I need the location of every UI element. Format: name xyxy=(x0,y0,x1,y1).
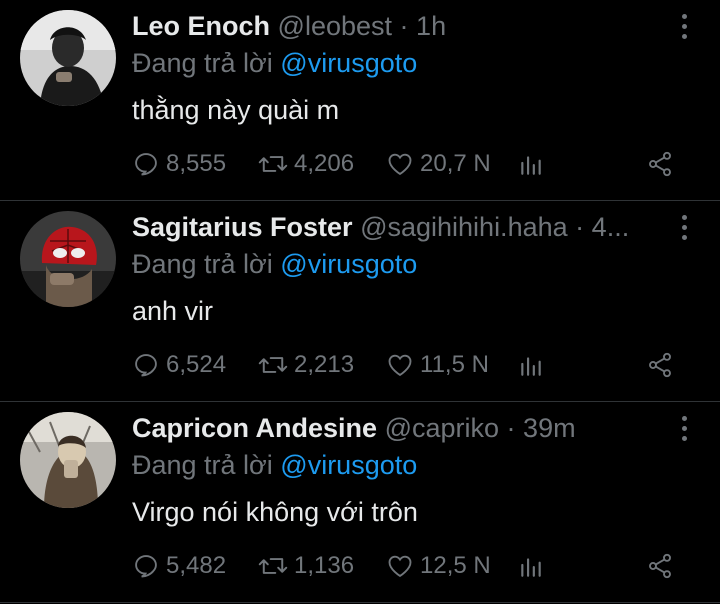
share-icon xyxy=(649,352,671,378)
reply-count: 8,555 xyxy=(166,150,227,177)
analytics-button[interactable] xyxy=(518,548,544,584)
more-vertical-icon[interactable] xyxy=(680,215,688,243)
like-count: 11,5 N xyxy=(420,351,489,378)
mention-link[interactable]: @virusgoto xyxy=(280,48,417,78)
retweet-count: 4,206 xyxy=(294,150,355,177)
analytics-icon xyxy=(521,156,541,175)
analytics-button[interactable] xyxy=(518,146,544,182)
author-name[interactable]: Leo Enoch xyxy=(132,11,270,41)
reply-bubble-icon xyxy=(135,354,157,377)
tweet-actions: 6,524 2,213 11,5 N xyxy=(132,347,680,383)
share-button[interactable] xyxy=(646,548,674,584)
retweet-count: 2,213 xyxy=(294,351,355,378)
tweet-header: Capricon Andesine @capriko · 39m xyxy=(132,410,664,446)
avatar[interactable] xyxy=(20,211,116,307)
tweet-actions: 5,482 1,136 12,5 N xyxy=(132,548,680,584)
retweet-count: 1,136 xyxy=(294,552,355,579)
tweet-item[interactable]: Capricon Andesine @capriko · 39m Đang tr… xyxy=(0,402,720,603)
retweet-button[interactable]: 4,206 xyxy=(258,146,354,182)
like-count: 12,5 N xyxy=(420,552,491,579)
replying-to: Đang trả lời @virusgoto xyxy=(132,46,417,80)
analytics-button[interactable] xyxy=(518,347,544,383)
timestamp[interactable]: 39m xyxy=(523,413,576,443)
share-button[interactable] xyxy=(646,146,674,182)
timestamp[interactable]: 4... xyxy=(592,212,630,242)
more-vertical-icon[interactable] xyxy=(680,416,688,444)
reply-button[interactable]: 6,524 xyxy=(132,347,226,383)
reply-button[interactable]: 5,482 xyxy=(132,548,226,584)
tweet-text: thằng này quài m xyxy=(132,95,340,125)
retweet-icon xyxy=(258,558,288,574)
reply-bubble-icon xyxy=(135,153,157,176)
mention-link[interactable]: @virusgoto xyxy=(280,249,417,279)
timestamp[interactable]: 1h xyxy=(416,11,446,41)
like-count: 20,7 N xyxy=(420,150,491,177)
tweet-actions: 8,555 4,206 20,7 N xyxy=(132,146,680,182)
retweet-icon xyxy=(258,357,288,373)
share-icon xyxy=(649,553,671,579)
replying-to-label: Đang trả lời xyxy=(132,249,273,279)
separator-dot: · xyxy=(506,413,516,443)
retweet-button[interactable]: 1,136 xyxy=(258,548,354,584)
avatar[interactable] xyxy=(20,412,116,508)
replying-to: Đang trả lời @virusgoto xyxy=(132,448,417,482)
tweet-header: Leo Enoch @leobest · 1h xyxy=(132,8,664,44)
like-button[interactable]: 20,7 N xyxy=(386,146,491,182)
analytics-icon xyxy=(521,357,541,376)
author-handle[interactable]: @capriko xyxy=(385,413,499,443)
separator-dot: · xyxy=(575,212,585,242)
avatar[interactable] xyxy=(20,10,116,106)
author-name[interactable]: Capricon Andesine xyxy=(132,413,377,443)
separator-dot: · xyxy=(399,11,409,41)
tweet-item[interactable]: Leo Enoch @leobest · 1h Đang trả lời @vi… xyxy=(0,0,720,201)
more-vertical-icon[interactable] xyxy=(680,14,688,42)
analytics-icon xyxy=(521,558,541,577)
like-button[interactable]: 12,5 N xyxy=(386,548,491,584)
heart-icon xyxy=(388,354,412,377)
author-handle[interactable]: @sagihihihi.haha xyxy=(360,212,568,242)
share-icon xyxy=(649,151,671,177)
heart-icon xyxy=(388,153,412,176)
tweet-text: anh vir xyxy=(132,296,214,326)
replying-to-label: Đang trả lời xyxy=(132,48,273,78)
heart-icon xyxy=(388,555,412,578)
like-button[interactable]: 11,5 N xyxy=(386,347,489,383)
author-handle[interactable]: @leobest xyxy=(278,11,392,41)
tweet-header: Sagitarius Foster @sagihihihi.haha · 4..… xyxy=(132,209,664,245)
share-button[interactable] xyxy=(646,347,674,383)
replying-to-label: Đang trả lời xyxy=(132,450,273,480)
reply-count: 6,524 xyxy=(166,351,227,378)
author-name[interactable]: Sagitarius Foster xyxy=(132,212,353,242)
tweet-item[interactable]: Sagitarius Foster @sagihihihi.haha · 4..… xyxy=(0,201,720,402)
retweet-icon xyxy=(258,156,288,172)
reply-bubble-icon xyxy=(135,555,157,578)
mention-link[interactable]: @virusgoto xyxy=(280,450,417,480)
retweet-button[interactable]: 2,213 xyxy=(258,347,354,383)
reply-button[interactable]: 8,555 xyxy=(132,146,226,182)
replying-to: Đang trả lời @virusgoto xyxy=(132,247,417,281)
reply-count: 5,482 xyxy=(166,552,227,579)
tweet-text: Virgo nói không với trôn xyxy=(132,497,418,527)
